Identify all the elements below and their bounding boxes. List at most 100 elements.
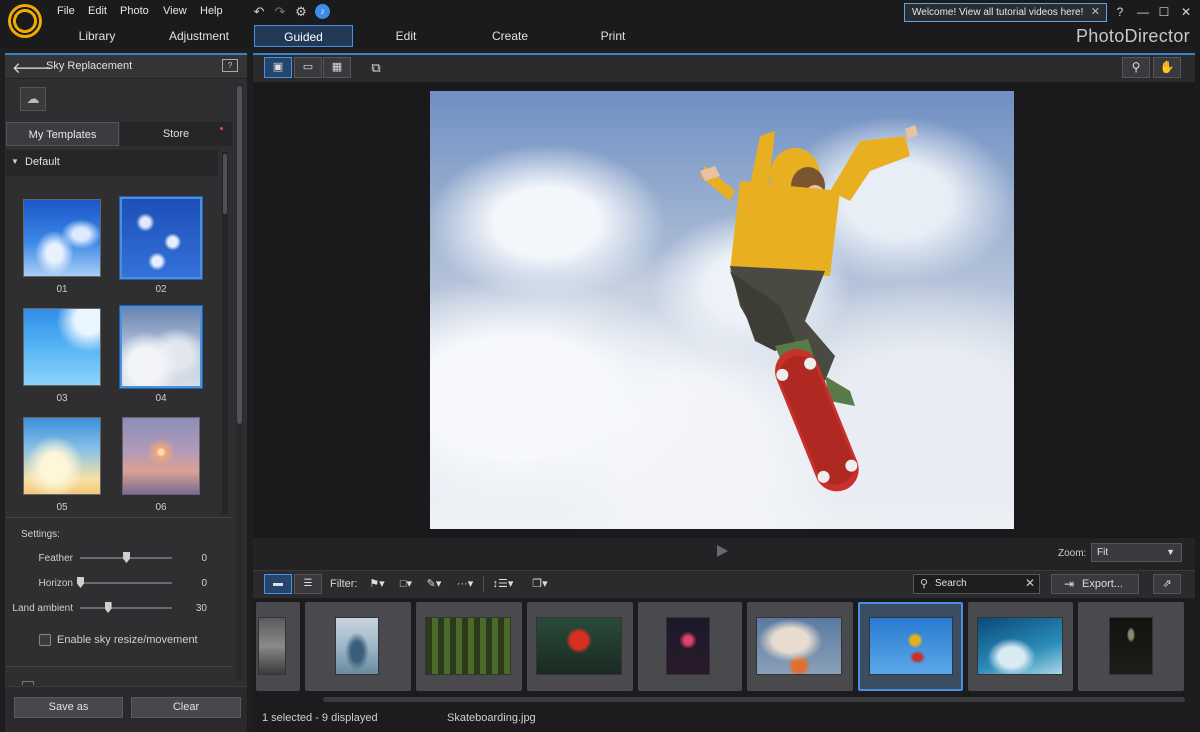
film-thumb-4[interactable]: [527, 602, 633, 691]
store-new-badge: [220, 127, 223, 130]
sky-template-05[interactable]: [23, 417, 101, 495]
menu-view[interactable]: View: [163, 5, 187, 17]
color-label-filter-icon[interactable]: □▾: [394, 575, 418, 593]
sky-template-04[interactable]: [119, 305, 203, 389]
hand-icon: ✋: [1159, 60, 1175, 74]
stack-icon[interactable]: ❐▾: [527, 575, 553, 593]
film-thumb-2[interactable]: [305, 602, 411, 691]
redo-icon[interactable]: ↷: [272, 4, 288, 20]
land-ambient-value: 30: [195, 603, 207, 614]
tab-my-templates[interactable]: My Templates: [6, 122, 119, 146]
sky-template-03[interactable]: [23, 308, 101, 386]
welcome-tooltip[interactable]: Welcome! View all tutorial videos here! …: [904, 3, 1107, 22]
undo-icon[interactable]: ↶: [251, 4, 267, 20]
image-icon: ▭: [302, 61, 314, 73]
film-thumb-8[interactable]: [968, 602, 1073, 691]
sky-template-01[interactable]: [23, 199, 101, 277]
search-input[interactable]: Search: [935, 578, 967, 589]
filmstrip-view-button[interactable]: ▬: [264, 574, 292, 594]
zoom-select[interactable]: Fit ▼: [1091, 543, 1182, 562]
help-button[interactable]: ?: [1111, 3, 1129, 21]
tab-edit[interactable]: Edit: [359, 25, 453, 47]
tab-adjustment[interactable]: Adjustment: [152, 25, 246, 47]
film-image: [536, 617, 622, 675]
sky-template-label: 06: [155, 502, 167, 513]
minimize-button[interactable]: —: [1134, 3, 1152, 21]
sky-resize-checkbox[interactable]: [39, 634, 51, 646]
notification-icon[interactable]: ♪: [315, 4, 330, 19]
close-icon[interactable]: ✕: [1091, 4, 1100, 21]
tab-create[interactable]: Create: [463, 25, 557, 47]
land-ambient-label: Land ambient: [12, 603, 73, 614]
panel-scroll-thumb[interactable]: [237, 86, 242, 424]
gear-icon[interactable]: ⚙: [293, 4, 309, 20]
filter-label: Filter:: [330, 578, 358, 590]
chevron-down-icon: ▼: [1166, 547, 1175, 557]
play-icon[interactable]: [717, 545, 728, 557]
app-logo-icon[interactable]: [8, 4, 42, 38]
horizon-slider[interactable]: [80, 582, 172, 584]
filmstrip-scrollbar[interactable]: [323, 697, 1185, 702]
save-as-button[interactable]: Save as: [14, 697, 123, 718]
panel-divider: [6, 666, 232, 667]
add-sky-button[interactable]: ☁: [20, 87, 46, 111]
main-photo[interactable]: [430, 91, 1014, 529]
share-button[interactable]: ⇗: [1153, 574, 1181, 594]
film-image: [666, 617, 710, 675]
help-icon[interactable]: ?: [222, 59, 238, 72]
maximize-button[interactable]: ☐: [1155, 3, 1173, 21]
export-button[interactable]: ⇥ Export...: [1051, 574, 1139, 594]
compare-view-icon[interactable]: ⧉: [364, 57, 388, 78]
tab-store[interactable]: Store: [120, 122, 232, 146]
film-thumb-9[interactable]: [1078, 602, 1184, 691]
menu-photo[interactable]: Photo: [120, 5, 149, 17]
sky-template-02[interactable]: [119, 196, 203, 280]
horizon-value: 0: [201, 578, 207, 589]
sky-template-label: 02: [155, 284, 167, 295]
film-image: [425, 617, 511, 675]
skateboarder-figure: [700, 125, 918, 492]
film-thumb-3[interactable]: [416, 602, 522, 691]
welcome-text: Welcome! View all tutorial videos here!: [912, 7, 1084, 18]
menu-file[interactable]: File: [57, 5, 75, 17]
single-view-button[interactable]: ▣: [264, 57, 292, 78]
image-view-button[interactable]: ▭: [294, 57, 322, 78]
close-button[interactable]: ✕: [1177, 3, 1195, 21]
filmstrip-icon: ▬: [273, 578, 283, 589]
hand-tool-button[interactable]: ✋: [1153, 57, 1181, 78]
film-thumb-7[interactable]: [858, 602, 963, 691]
rating-filter-icon[interactable]: ···▾: [451, 575, 479, 593]
sort-icon[interactable]: ↕☰▾: [489, 575, 517, 593]
caret-down-icon[interactable]: ▼: [11, 157, 19, 166]
search-icon: ⚲: [920, 578, 929, 590]
tab-guided[interactable]: Guided: [254, 25, 353, 47]
tab-library[interactable]: Library: [50, 25, 144, 47]
horizon-label: Horizon: [38, 578, 73, 589]
tab-print[interactable]: Print: [566, 25, 660, 47]
menu-help[interactable]: Help: [200, 5, 223, 17]
menu-edit[interactable]: Edit: [88, 5, 107, 17]
close-icon[interactable]: ✕: [1025, 576, 1035, 590]
sky-template-06[interactable]: [122, 417, 200, 495]
settings-divider: [6, 517, 232, 518]
grid-icon: ▦: [331, 61, 343, 73]
film-thumb-1[interactable]: [256, 602, 300, 691]
sky-template-label: 01: [56, 284, 68, 295]
search-box[interactable]: [913, 574, 1040, 594]
partial-checkbox[interactable]: [22, 681, 34, 685]
list-view-button[interactable]: ☰: [294, 574, 322, 594]
film-image: [869, 617, 953, 675]
pen-filter-icon[interactable]: ✎▾: [422, 575, 446, 593]
film-thumb-6[interactable]: [747, 602, 853, 691]
land-ambient-slider[interactable]: [80, 607, 172, 609]
flag-filter-icon[interactable]: ⚑▾: [363, 575, 391, 593]
grid-view-button[interactable]: ▦: [323, 57, 351, 78]
film-thumb-5[interactable]: [638, 602, 742, 691]
templates-scroll-thumb[interactable]: [223, 154, 227, 214]
clear-button[interactable]: Clear: [131, 697, 241, 718]
status-bar: [253, 709, 1195, 732]
category-label: Default: [25, 156, 60, 168]
magnifier-icon: ⚲: [1131, 60, 1141, 74]
zoom-tool-button[interactable]: ⚲: [1122, 57, 1150, 78]
view-toolbar: [253, 53, 1195, 82]
